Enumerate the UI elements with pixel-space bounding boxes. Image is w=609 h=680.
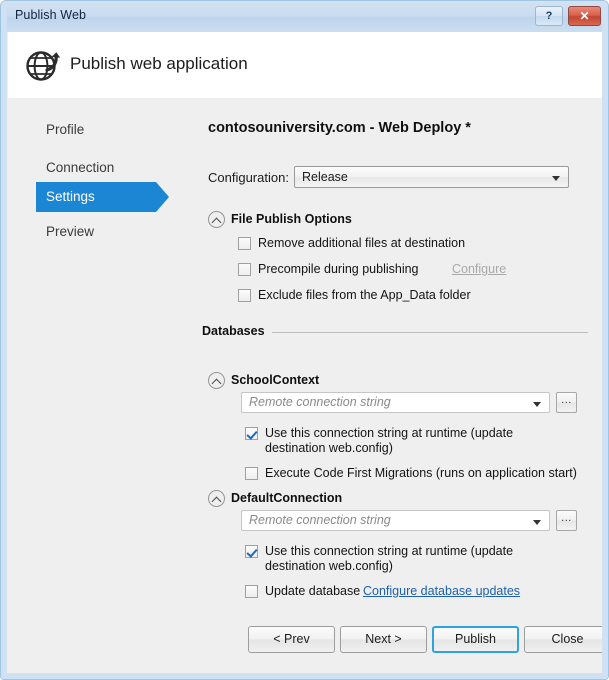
publish-button[interactable]: Publish [432,626,519,653]
checkbox-box[interactable] [245,467,258,480]
sidebar-item-connection[interactable]: Connection [36,153,156,183]
checkbox-box[interactable] [238,237,251,250]
title-bar: Publish Web ? ✕ [1,1,608,32]
banner-title: Publish web application [70,54,248,73]
configuration-value: Release [302,170,348,184]
checkbox-box[interactable] [238,289,251,302]
configuration-select[interactable]: Release [294,166,569,188]
checkbox-box[interactable] [245,545,258,558]
close-window-button[interactable]: ✕ [568,6,601,26]
databases-group-rule [272,332,588,333]
defaultconnection-connection-select[interactable]: Remote connection string [241,510,550,531]
schoolcontext-title: SchoolContext [231,373,320,387]
sidebar-item-label: Settings [46,189,95,204]
globe-publish-icon [23,44,65,86]
schoolcontext-expander[interactable] [208,372,225,389]
checkbox-box[interactable] [238,263,251,276]
checkbox-label: Use this connection string at runtime (u… [265,426,514,455]
configuration-label: Configuration: [208,170,289,185]
schoolcontext-connection-placeholder: Remote connection string [249,395,391,409]
sidebar-item-label: Profile [46,122,85,137]
sidebar-item-label: Preview [46,224,95,239]
databases-group-label: Databases [202,324,271,338]
sidebar-active-arrow-icon [156,182,169,212]
checkbox-label: Use this connection string at runtime (u… [265,544,514,573]
checkbox-box[interactable] [245,427,258,440]
checkbox-label: Execute Code First Migrations (runs on a… [265,466,577,480]
chevron-down-icon [533,520,541,525]
checkbox-label: Exclude files from the App_Data folder [258,288,471,302]
defaultconnection-expander[interactable] [208,490,225,507]
close-button[interactable]: Close [524,626,608,653]
prev-button[interactable]: < Prev [248,626,335,653]
schoolcontext-connection-select[interactable]: Remote connection string [241,392,550,413]
schoolcontext-browse-button[interactable]: ... [556,392,577,413]
file-publish-options-title: File Publish Options [231,212,352,226]
dialog-footer: < Prev Next > Publish Close [8,626,608,674]
file-publish-options-expander[interactable] [208,211,225,228]
settings-pane: contosouniversity.com - Web Deploy * Con… [193,98,603,674]
wizard-sidebar: Profile Connection Settings Preview [8,98,193,674]
defaultconnection-title: DefaultConnection [231,491,343,505]
chevron-down-icon [533,402,541,407]
help-button[interactable]: ? [535,6,563,26]
sidebar-item-preview[interactable]: Preview [36,217,156,247]
sidebar-item-settings[interactable]: Settings [36,182,156,212]
defaultconnection-browse-button[interactable]: ... [556,510,577,531]
publish-web-dialog: Publish Web ? ✕ Publish web application … [0,0,609,680]
checkbox-label: Remove additional files at destination [258,236,466,250]
dialog-content: Profile Connection Settings Preview cont… [8,98,608,674]
dialog-banner: Publish web application [8,32,603,98]
checkbox-label: Precompile during publishing [258,262,419,276]
defaultconnection-connection-placeholder: Remote connection string [249,513,391,527]
configure-database-updates-link[interactable]: Configure database updates [363,584,520,599]
sidebar-item-profile[interactable]: Profile [36,115,156,145]
chevron-down-icon [552,176,560,181]
next-button[interactable]: Next > [340,626,427,653]
sidebar-item-label: Connection [46,160,115,175]
checkbox-label: Update database [265,584,361,598]
window-title: Publish Web [15,8,87,22]
page-title: contosouniversity.com - Web Deploy * [208,120,471,136]
configure-precompile-link[interactable]: Configure [452,262,506,277]
checkbox-box[interactable] [245,585,258,598]
